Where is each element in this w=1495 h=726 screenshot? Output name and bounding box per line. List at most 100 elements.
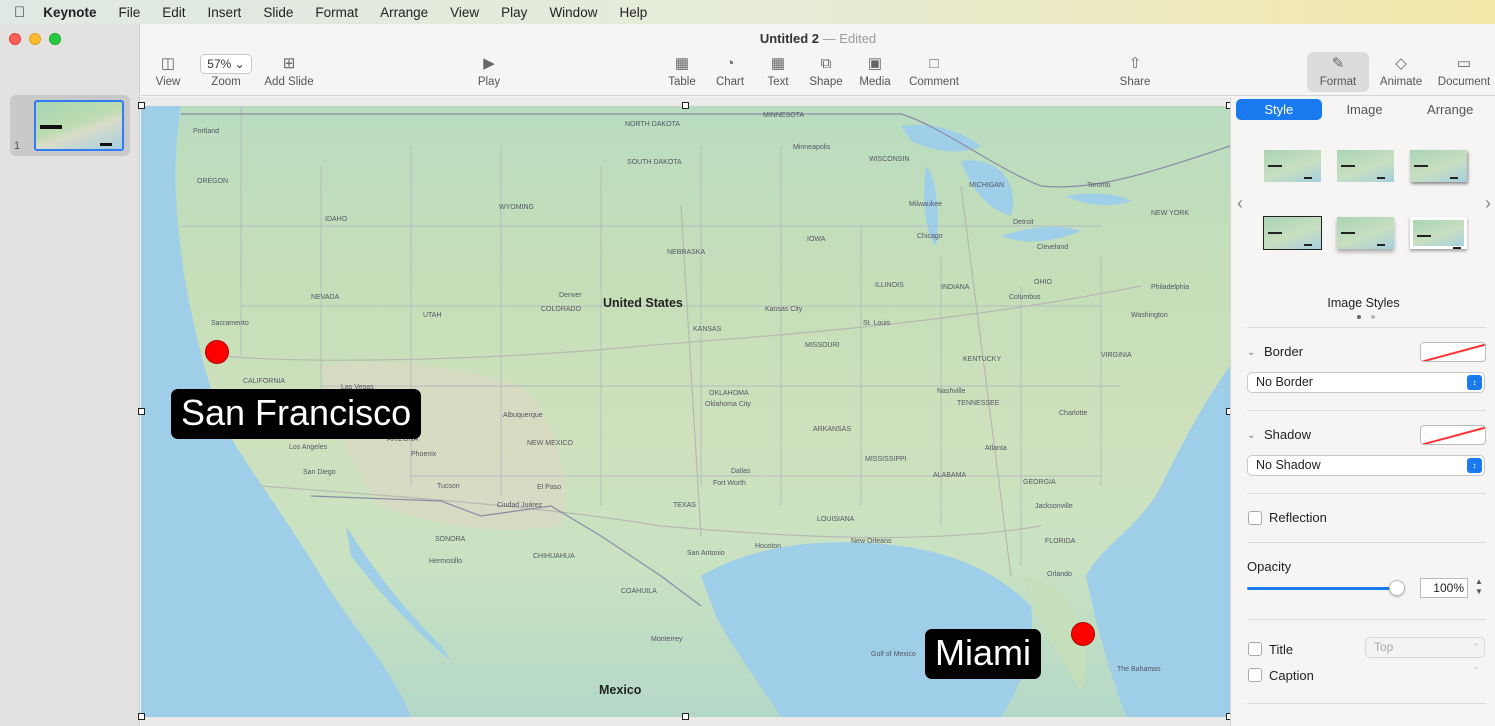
tab-arrange[interactable]: Arrange (1407, 99, 1493, 120)
san-francisco-callout[interactable]: San Francisco (171, 389, 422, 439)
map-label-ciudad-juarez: Ciudad Juárez (497, 502, 543, 509)
map-label-utah: UTAH (423, 312, 442, 319)
reflection-label: Reflection (1269, 510, 1327, 525)
map-label-san-antonio: San Antonio (687, 550, 725, 557)
map-label-dallas: Dallas (731, 468, 751, 475)
border-style-select[interactable]: No Border ↕ (1247, 372, 1485, 393)
map-label-nevada: NEVADA (311, 294, 340, 301)
menu-window[interactable]: Window (549, 5, 597, 20)
opacity-slider-track[interactable] (1247, 587, 1399, 590)
slide-thumbnail-1[interactable] (34, 100, 124, 151)
resize-handle-top-left[interactable] (138, 102, 145, 109)
divider (1247, 542, 1486, 543)
map-label-sacramento: Sacramento (211, 320, 249, 327)
fullscreen-window-button[interactable] (49, 33, 61, 45)
map-label-north-dakota: NORTH DAKOTA (625, 121, 680, 128)
format-inspector: Style Image Arrange ‹ › Image Styles ⌄ B… (1230, 97, 1495, 726)
san-francisco-pin[interactable] (205, 340, 229, 364)
map-label-ohio: OHIO (1034, 279, 1052, 286)
chevron-down-icon: ⌄ (234, 57, 245, 71)
image-style-6[interactable] (1410, 217, 1467, 249)
map-label-gulf-of-mexico: Gulf of Mexico (871, 651, 916, 658)
apple-icon[interactable]:  (14, 4, 25, 21)
image-style-4[interactable] (1263, 216, 1322, 250)
map-label-oklahoma-city: Oklahoma City (705, 401, 751, 408)
menu-edit[interactable]: Edit (162, 5, 185, 20)
image-style-3[interactable] (1410, 150, 1467, 182)
opacity-slider-knob[interactable] (1389, 580, 1405, 596)
opacity-input[interactable]: 100% (1420, 578, 1468, 598)
map-label-hermosillo: Hermosillo (429, 558, 463, 565)
menu-format[interactable]: Format (315, 5, 358, 20)
play-button[interactable]: ▶ Play (454, 54, 524, 88)
resize-handle-bottom[interactable] (682, 713, 689, 720)
animate-button[interactable]: ◇ Animate (1366, 54, 1436, 88)
add-slide-button[interactable]: ⊞ Add Slide (254, 54, 324, 88)
chevron-down-icon[interactable]: ⌄ (1247, 347, 1255, 358)
minimize-window-button[interactable] (29, 33, 41, 45)
chevron-left-icon[interactable]: ‹ (1237, 193, 1243, 214)
divider (1247, 619, 1486, 620)
resize-handle-left[interactable] (138, 408, 145, 415)
map-label-kansas-city: Kansas City (765, 306, 803, 313)
title-checkbox[interactable] (1248, 642, 1262, 656)
menu-play[interactable]: Play (501, 5, 527, 20)
opacity-stepper[interactable]: ▲ ▼ (1473, 577, 1485, 599)
chevron-right-icon[interactable]: › (1485, 193, 1491, 214)
shadow-style-select[interactable]: No Shadow ↕ (1247, 455, 1485, 476)
divider (1247, 327, 1486, 328)
map-label-columbus: Columbus (1009, 294, 1041, 301)
map-label-chicago: Chicago (917, 233, 943, 240)
zoom-control[interactable]: 57% ⌄ Zoom (191, 54, 261, 88)
menu-app-keynote[interactable]: Keynote (43, 5, 96, 20)
resize-handle-top[interactable] (682, 102, 689, 109)
us-map-image[interactable]: United States Mexico Portland Sacramento… (141, 106, 1230, 717)
image-style-2[interactable] (1337, 150, 1394, 182)
thumbnail-callout-mark (40, 125, 62, 129)
miami-pin[interactable] (1071, 622, 1095, 646)
map-label-new-york: NEW YORK (1151, 210, 1189, 217)
map-label-detroit: Detroit (1013, 219, 1034, 226)
chevron-down-icon[interactable]: ⌄ (1247, 430, 1255, 441)
comment-icon: □ (929, 55, 939, 72)
tab-image[interactable]: Image (1322, 99, 1408, 120)
miami-callout[interactable]: Miami (925, 629, 1041, 679)
menu-arrange[interactable]: Arrange (380, 5, 428, 20)
document-button[interactable]: ▭ Document (1429, 54, 1495, 88)
reflection-checkbox[interactable] (1248, 511, 1262, 525)
title-position-select[interactable]: Top ⌃ ⌄ (1365, 637, 1485, 671)
slide-thumbnail-selection[interactable] (10, 95, 130, 156)
map-label-cleveland: Cleveland (1037, 244, 1069, 251)
menu-slide[interactable]: Slide (263, 5, 293, 20)
map-label-the-bahamas: The Bahamas (1117, 666, 1161, 673)
page-dot-active[interactable] (1357, 315, 1361, 319)
document-name: Untitled 2 (759, 31, 820, 46)
map-label-kansas: KANSAS (693, 326, 722, 333)
slide-canvas[interactable]: United States Mexico Portland Sacramento… (138, 97, 1233, 726)
resize-handle-bottom-left[interactable] (138, 713, 145, 720)
toolbar: Untitled 2 — Edited ◫ View 57% ⌄ Zoom ⊞ … (141, 24, 1495, 96)
caption-checkbox[interactable] (1248, 668, 1262, 682)
comment-button[interactable]: □ Comment (899, 54, 969, 88)
close-window-button[interactable] (9, 33, 21, 45)
shadow-color-swatch[interactable] (1420, 425, 1486, 445)
share-button[interactable]: ⇧ Share (1100, 54, 1170, 88)
map-label-san-diego: San Diego (303, 469, 336, 476)
map-label-portland: Portland (193, 128, 220, 135)
map-label-atlanta: Atlanta (985, 445, 1007, 452)
zoom-select[interactable]: 57% ⌄ (200, 54, 252, 74)
menu-file[interactable]: File (119, 5, 141, 20)
map-label-missouri: MISSOURI (805, 342, 840, 349)
menu-help[interactable]: Help (619, 5, 647, 20)
page-dot[interactable] (1371, 315, 1375, 319)
image-style-5[interactable] (1337, 217, 1394, 249)
caption-label: Caption (1269, 668, 1314, 683)
border-label: Border (1264, 344, 1304, 359)
menu-insert[interactable]: Insert (208, 5, 242, 20)
image-style-1[interactable] (1264, 150, 1321, 182)
menu-view[interactable]: View (450, 5, 479, 20)
format-button[interactable]: ✎ Format (1307, 52, 1369, 92)
tab-style[interactable]: Style (1236, 99, 1322, 120)
border-color-swatch[interactable] (1420, 342, 1486, 362)
map-label-minnesota: MINNESOTA (763, 112, 805, 119)
